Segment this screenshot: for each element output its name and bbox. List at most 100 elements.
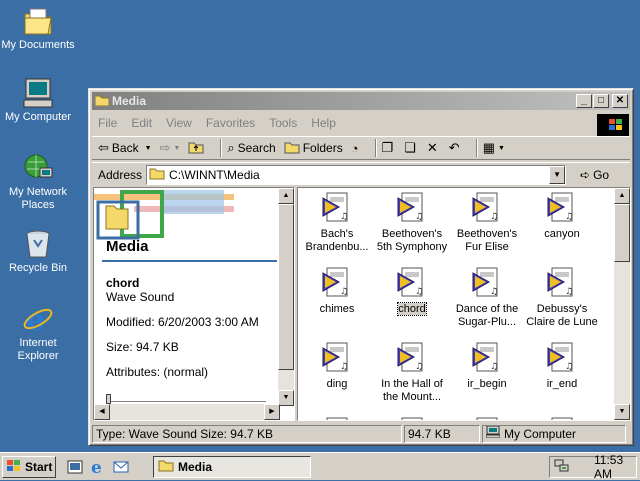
desktop-icon-internet-explorer[interactable]: e Internet Explorer xyxy=(0,303,76,363)
menu-edit[interactable]: Edit xyxy=(131,116,152,130)
menu-help[interactable]: Help xyxy=(311,116,336,130)
file-item[interactable]: ♫ xyxy=(300,417,374,420)
maximize-button[interactable]: □ xyxy=(593,94,609,108)
file-item[interactable]: ♫ ir_end xyxy=(525,342,599,391)
views-button[interactable]: ▦ ▼ xyxy=(483,140,505,156)
desktop-icon-my-computer[interactable]: My Computer xyxy=(0,77,76,124)
explorer-window[interactable]: Media _ □ ✕ File Edit View Favorites Too… xyxy=(88,88,634,446)
minimize-button[interactable]: _ xyxy=(576,94,592,108)
internet-explorer-icon[interactable]: e xyxy=(89,458,107,478)
files-vertical-scrollbar[interactable]: ▲ ▼ xyxy=(614,188,630,420)
file-item[interactable]: ♫ In the Hall of the Mount... xyxy=(375,342,449,404)
file-label: In the Hall of the Mount... xyxy=(381,378,443,403)
move-to-button[interactable]: ❐ xyxy=(382,140,397,156)
svg-text:e: e xyxy=(91,458,102,476)
chevron-down-icon: ▼ xyxy=(144,144,152,152)
file-item[interactable]: ♫ Debussy's Claire de Lune xyxy=(525,267,599,329)
sound-file-icon: ♫ xyxy=(546,192,578,224)
file-item[interactable]: ♫ ir_begin xyxy=(450,342,524,391)
file-label: chord xyxy=(397,302,427,316)
history-icon: ◔ xyxy=(350,140,359,156)
desktop-icon-my-network-places[interactable]: My Network Places xyxy=(0,152,76,212)
file-item[interactable]: ♫ xyxy=(450,417,524,420)
menu-file[interactable]: File xyxy=(98,116,117,130)
scroll-down-button[interactable]: ▼ xyxy=(278,390,294,406)
computer-icon xyxy=(22,77,54,109)
delete-button[interactable]: ✕ xyxy=(427,140,441,156)
show-desktop-icon[interactable] xyxy=(66,458,84,476)
status-zone: My Computer xyxy=(482,425,626,443)
pane-horizontal-scrollbar[interactable]: ◀ ▶ xyxy=(94,404,280,420)
copy-to-button[interactable]: ❏ xyxy=(404,140,419,156)
svg-text:♫: ♫ xyxy=(415,362,423,372)
menu-bar: File Edit View Favorites Tools Help xyxy=(92,113,595,133)
close-button[interactable]: ✕ xyxy=(612,94,628,108)
pane-title: Media xyxy=(106,238,149,255)
sound-file-icon: ♫ xyxy=(321,192,353,224)
taskbar-button-media[interactable]: Media xyxy=(153,456,311,478)
search-label: Search xyxy=(237,141,276,155)
file-item[interactable]: ♫ canyon xyxy=(525,192,599,241)
toolbar-separator xyxy=(374,139,377,157)
desktop-icon-recycle-bin[interactable]: Recycle Bin xyxy=(0,228,76,275)
address-value: C:\WINNT\Media xyxy=(169,167,260,182)
windows-logo-icon xyxy=(597,114,629,136)
svg-text:♫: ♫ xyxy=(415,212,423,222)
address-input[interactable]: C:\WINNT\Media ▼ xyxy=(146,164,567,185)
menu-tools[interactable]: Tools xyxy=(269,116,297,130)
file-item[interactable]: ♫ Beethoven's 5th Symphony xyxy=(375,192,449,254)
clock[interactable]: 11:53 AM xyxy=(594,453,636,481)
forward-button[interactable]: ⇨ ▼ xyxy=(160,140,181,156)
menu-favorites[interactable]: Favorites xyxy=(206,116,255,130)
sound-file-icon: ♫ xyxy=(471,417,503,420)
history-button[interactable]: ◔ xyxy=(351,141,362,156)
file-list-view[interactable]: ♫ Bach's Brandenbu... ♫ Beethoven's 5th Sym… xyxy=(297,187,631,421)
scroll-left-button[interactable]: ◀ xyxy=(94,404,110,420)
file-item[interactable]: ♫ chord xyxy=(375,267,449,316)
file-item[interactable]: ♫ chimes xyxy=(300,267,374,316)
file-item[interactable]: ♫ Beethoven's Fur Elise xyxy=(450,192,524,254)
desktop-icon-label: Internet Explorer xyxy=(17,337,59,362)
status-size: 94.7 KB xyxy=(404,425,480,443)
selected-file-modified: Modified: 6/20/2003 3:00 AM xyxy=(106,315,259,329)
title-bar[interactable]: Media _ □ ✕ xyxy=(92,92,630,110)
start-button[interactable]: Start xyxy=(2,456,56,478)
web-view-pane[interactable]: Media chord Wave Sound Modified: 6/20/20… xyxy=(93,187,295,421)
scroll-down-button[interactable]: ▼ xyxy=(614,404,630,420)
menu-view[interactable]: View xyxy=(166,116,192,130)
network-tray-icon[interactable] xyxy=(554,459,570,476)
pane-vertical-scrollbar[interactable]: ▲ ▼ xyxy=(278,188,294,406)
media-player-slider[interactable] xyxy=(106,394,266,404)
folders-button[interactable]: Folders xyxy=(284,140,343,157)
folder-icon xyxy=(94,94,110,109)
standard-toolbar: ⇦ Back ▼ ⇨ ▼ ⌕ Search Folders ◔ ❐ ❏ ✕ ↶ … xyxy=(92,136,630,160)
svg-text:♫: ♫ xyxy=(490,287,498,297)
folders-label: Folders xyxy=(302,141,343,155)
file-item[interactable]: ♫ xyxy=(525,417,599,420)
address-dropdown-button[interactable]: ▼ xyxy=(549,165,566,184)
scroll-thumb[interactable] xyxy=(614,204,630,262)
file-item[interactable]: ♫ Bach's Brandenbu... xyxy=(300,192,374,254)
search-button[interactable]: ⌕ Search xyxy=(227,140,275,156)
desktop-icon-my-documents[interactable]: My Documents xyxy=(0,5,76,52)
file-item[interactable]: ♫ ding xyxy=(300,342,374,391)
selected-file-size: Size: 94.7 KB xyxy=(106,340,179,354)
scroll-right-button[interactable]: ▶ xyxy=(264,404,280,420)
up-folder-icon xyxy=(188,140,204,157)
scroll-up-button[interactable]: ▲ xyxy=(614,188,630,204)
back-arrow-icon: ⇦ xyxy=(98,140,109,155)
scroll-thumb[interactable] xyxy=(278,204,294,370)
sound-file-icon: ♫ xyxy=(546,342,578,374)
outlook-express-icon[interactable] xyxy=(112,458,130,476)
back-button[interactable]: ⇦ Back ▼ xyxy=(98,140,152,156)
folders-icon xyxy=(284,140,300,157)
views-icon: ▦ xyxy=(482,140,495,155)
up-folder-button[interactable] xyxy=(188,140,207,157)
scroll-up-button[interactable]: ▲ xyxy=(278,188,294,204)
file-item[interactable]: ♫ xyxy=(375,417,449,420)
go-button[interactable]: ➪ Go xyxy=(580,168,609,182)
file-item[interactable]: ♫ Dance of the Sugar-Plu... xyxy=(450,267,524,329)
undo-button[interactable]: ↶ xyxy=(449,140,463,156)
chevron-down-icon: ▼ xyxy=(173,144,181,152)
sound-file-icon: ♫ xyxy=(471,192,503,224)
